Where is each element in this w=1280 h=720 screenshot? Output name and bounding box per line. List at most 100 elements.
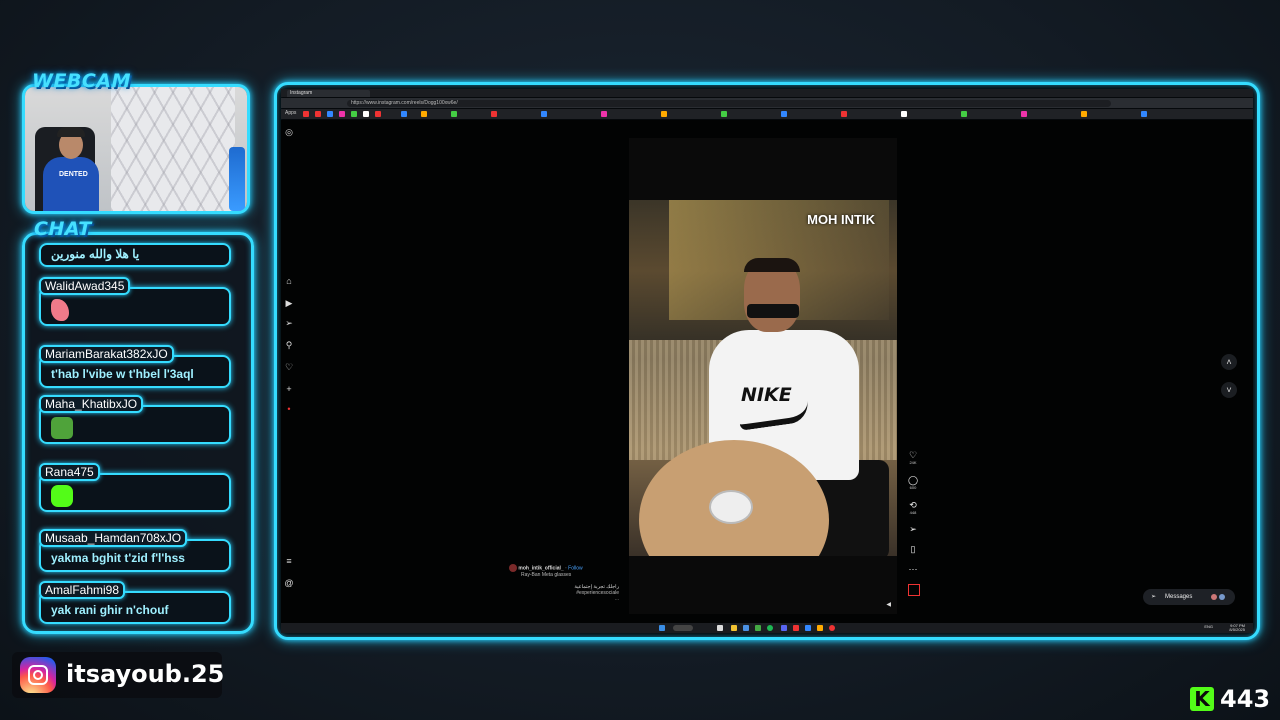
browser-tab-instagram[interactable]: Instagram bbox=[287, 90, 370, 97]
chat-message: Musaab_Hamdan708xJO yakma bghit t'zid f'… bbox=[39, 529, 231, 572]
audio-track-thumbnail[interactable] bbox=[908, 584, 920, 596]
taskbar-app-icon[interactable] bbox=[817, 625, 823, 631]
chat-username: Musaab_Hamdan708xJO bbox=[39, 529, 188, 547]
clock-date: 8/5/2025 bbox=[1229, 627, 1245, 632]
praying-hands-emote-icon bbox=[51, 299, 69, 321]
discord-icon[interactable] bbox=[781, 625, 787, 631]
browser-address-bar: https://www.instagram.com/reels/Dogg100x… bbox=[281, 98, 1253, 108]
share-icon[interactable]: ➢ bbox=[905, 524, 921, 535]
streamer-shirt-text: DENTED bbox=[59, 171, 88, 178]
tray-clock[interactable]: 9:07 PM 8/5/2025 bbox=[1229, 624, 1245, 632]
screen-capture-frame: Instagram https://www.instagram.com/reel… bbox=[274, 82, 1260, 640]
bookmark-icon[interactable] bbox=[491, 111, 497, 117]
bookmark-icon[interactable] bbox=[375, 111, 381, 117]
notifications-heart-icon[interactable]: ♡ bbox=[284, 362, 294, 372]
home-icon[interactable]: ⌂ bbox=[284, 276, 294, 286]
bookmark-icon[interactable] bbox=[841, 111, 847, 117]
bookmark-icon[interactable] bbox=[541, 111, 547, 117]
kick-viewer-count: K 443 bbox=[1186, 684, 1274, 714]
bookmark-icon[interactable] bbox=[1141, 111, 1147, 117]
kick-icon: K bbox=[1190, 687, 1214, 711]
bookmark-icon[interactable] bbox=[363, 111, 369, 117]
chat-message: يا هلا والله منورين bbox=[39, 243, 231, 267]
chrome-icon[interactable] bbox=[829, 625, 835, 631]
webcam-title: WEBCAM bbox=[32, 70, 131, 92]
taskbar-app-icon[interactable] bbox=[805, 625, 811, 631]
bookmark-icon[interactable] bbox=[339, 111, 345, 117]
like-count: 24K bbox=[909, 460, 917, 465]
profile-icon[interactable]: • bbox=[284, 404, 294, 414]
audio-label[interactable]: Ray-Ban Meta glasses bbox=[509, 572, 619, 578]
spotify-icon[interactable] bbox=[767, 625, 773, 631]
language-indicator[interactable]: ENG bbox=[1204, 624, 1213, 629]
messages-button[interactable]: ➢ Messages bbox=[1143, 589, 1235, 605]
taskbar-search-box[interactable] bbox=[673, 625, 693, 631]
next-reel-button[interactable]: ˅ bbox=[1221, 382, 1237, 398]
streamer-cap bbox=[57, 127, 85, 137]
bookmark-icon[interactable] bbox=[421, 111, 427, 117]
start-icon[interactable] bbox=[659, 625, 665, 631]
video-coffee-cup bbox=[709, 490, 753, 524]
bookmark-icon[interactable] bbox=[601, 111, 607, 117]
follow-button[interactable]: Follow bbox=[568, 565, 582, 571]
bookmark-icon[interactable] bbox=[451, 111, 457, 117]
chat-panel: يا هلا والله منورين WalidAwad345 MariamB… bbox=[22, 232, 254, 634]
chat-username: Rana475 bbox=[39, 463, 100, 481]
threads-icon[interactable]: @ bbox=[284, 578, 294, 588]
previous-reel-button[interactable]: ˄ bbox=[1221, 354, 1237, 370]
bookmark-icon[interactable] bbox=[315, 111, 321, 117]
author-row: moh_intik_official_ · Follow bbox=[509, 564, 619, 572]
reel-video[interactable]: NIKE MOH INTIK bbox=[629, 200, 897, 556]
like-button[interactable]: ♡ 24K bbox=[905, 450, 921, 465]
bookmark-icon[interactable] bbox=[781, 111, 787, 117]
instagram-handle-banner: itsayoub.25 bbox=[12, 652, 224, 698]
url-input[interactable]: https://www.instagram.com/reels/Dogg100x… bbox=[347, 100, 1111, 107]
bookmark-icon[interactable] bbox=[721, 111, 727, 117]
video-man-hair bbox=[744, 258, 800, 272]
repost-count: 448 bbox=[909, 510, 917, 515]
bookmark-icon[interactable] bbox=[351, 111, 357, 117]
chat-message: MariamBarakat382xJO t'hab l'vibe w t'hbe… bbox=[39, 345, 231, 388]
search-icon[interactable]: ⚲ bbox=[284, 340, 294, 350]
more-options-icon[interactable]: ⋯ bbox=[905, 564, 921, 575]
bookmark-icon[interactable] bbox=[327, 111, 333, 117]
bookmark-icon[interactable] bbox=[303, 111, 309, 117]
direct-icon[interactable]: ➢ bbox=[284, 318, 294, 328]
bookmark-icon[interactable] bbox=[1021, 111, 1027, 117]
reels-icon[interactable]: ▶ bbox=[284, 298, 294, 308]
video-man-sunglasses bbox=[747, 304, 799, 318]
taskbar-app-icon[interactable] bbox=[743, 625, 749, 631]
instagram-icon bbox=[20, 657, 56, 693]
chat-message: Rana475 bbox=[39, 463, 231, 512]
repost-button[interactable]: ⟲ 448 bbox=[905, 500, 921, 515]
taskbar-app-icon[interactable] bbox=[793, 625, 799, 631]
browser-tab-bar: Instagram bbox=[281, 89, 1253, 97]
bookmark-icon[interactable] bbox=[961, 111, 967, 117]
bookmark-icon[interactable] bbox=[661, 111, 667, 117]
green-face-emote-icon bbox=[51, 485, 73, 507]
author-name[interactable]: moh_intik_official_ bbox=[518, 565, 563, 571]
save-bookmark-icon[interactable]: ▯ bbox=[905, 544, 921, 555]
comment-count: 600 bbox=[909, 485, 917, 490]
bookmark-icon[interactable] bbox=[901, 111, 907, 117]
taskbar-app-icon[interactable] bbox=[755, 625, 761, 631]
instagram-page: ◎ ⌂ ▶ ➢ ⚲ ♡ + • ≡ @ NIKE MOH INTIK ◀ moh… bbox=[281, 120, 1253, 623]
chat-message: Maha_KhatibxJO bbox=[39, 395, 231, 444]
more-menu-icon[interactable]: ≡ bbox=[284, 556, 294, 566]
comment-button[interactable]: ◯ 600 bbox=[905, 475, 921, 490]
bookmark-icon[interactable] bbox=[1081, 111, 1087, 117]
bookmark-icon[interactable] bbox=[401, 111, 407, 117]
reel-player[interactable]: NIKE MOH INTIK ◀ bbox=[629, 138, 897, 614]
messages-label: Messages bbox=[1165, 594, 1193, 600]
file-explorer-icon[interactable] bbox=[731, 625, 737, 631]
bookmarks-apps-label[interactable]: Apps bbox=[285, 110, 296, 116]
instagram-logo-icon[interactable]: ◎ bbox=[284, 127, 294, 137]
task-view-icon[interactable] bbox=[717, 625, 723, 631]
author-avatar[interactable] bbox=[509, 564, 517, 572]
volume-icon[interactable]: ◀ bbox=[886, 601, 891, 608]
chat-message-text: يا هلا والله منورين bbox=[39, 243, 231, 267]
create-plus-icon[interactable]: + bbox=[284, 384, 294, 394]
video-shirt-brand: NIKE bbox=[741, 384, 792, 406]
caption-more[interactable]: ... bbox=[509, 596, 619, 602]
reel-watermark: MOH INTIK bbox=[807, 212, 875, 227]
